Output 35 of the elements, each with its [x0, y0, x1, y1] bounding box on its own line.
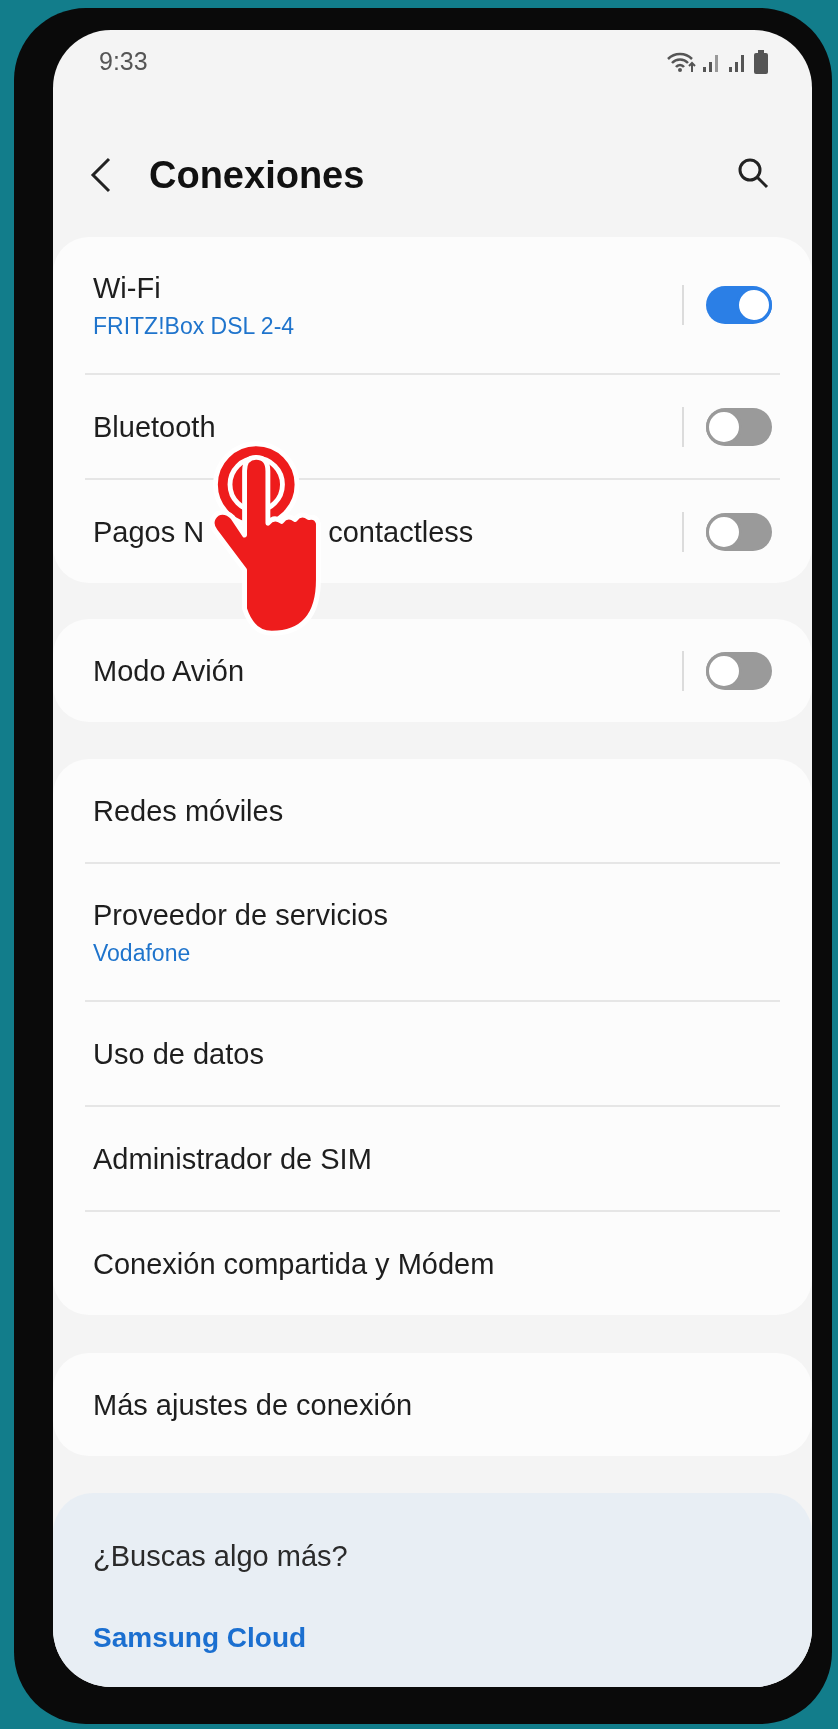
row-title: Administrador de SIM: [93, 1141, 372, 1177]
row-title: Uso de datos: [93, 1036, 264, 1072]
toggle-switch[interactable]: [706, 286, 772, 324]
row-title: Wi-Fi: [93, 271, 161, 306]
row-title: Pagos N: [93, 514, 205, 550]
suggestions-heading: ¿Buscas algo más?: [93, 1539, 349, 1574]
row-title: Conexión compartida y Módem: [93, 1246, 495, 1282]
toggle-switch[interactable]: [706, 651, 772, 690]
settings-row[interactable]: Pagos N contactless: [53, 480, 812, 583]
battery-icon: [754, 50, 768, 74]
toggle-switch[interactable]: [706, 407, 772, 446]
back-icon[interactable]: [89, 156, 113, 194]
row-title: Bluetooth: [93, 409, 216, 445]
settings-row[interactable]: Proveedor de servicios Vodafone: [53, 864, 812, 1000]
page-title: Conexiones: [149, 156, 365, 194]
row-title: Modo Avión: [93, 653, 245, 689]
settings-row[interactable]: Wi-Fi FRITZ!Box DSL 2-4: [53, 237, 812, 373]
row-subtitle: Vodafone: [93, 939, 192, 967]
settings-row[interactable]: Más ajustes de conexión: [53, 1353, 812, 1456]
row-title: contactless: [328, 514, 474, 550]
row-title: Redes móviles: [93, 793, 284, 829]
row-title: Más ajustes de conexión: [93, 1387, 413, 1423]
row-title: Proveedor de servicios: [93, 898, 388, 933]
settings-row[interactable]: Uso de datos: [53, 1002, 812, 1105]
wifi-icon: [666, 51, 696, 73]
toggle-switch[interactable]: [706, 512, 772, 551]
row-subtitle: FRITZ!Box DSL 2-4: [93, 312, 295, 340]
search-icon[interactable]: [736, 156, 770, 190]
settings-row[interactable]: Redes móviles: [53, 759, 812, 862]
settings-row[interactable]: Bluetooth: [53, 375, 812, 478]
settings-row[interactable]: Conexión compartida y Módem: [53, 1212, 812, 1315]
suggestion-link[interactable]: Samsung Cloud: [93, 1616, 307, 1659]
status-time: 9:33: [99, 46, 148, 78]
settings-row[interactable]: Administrador de SIM: [53, 1107, 812, 1210]
settings-row[interactable]: Modo Avión: [53, 619, 812, 722]
